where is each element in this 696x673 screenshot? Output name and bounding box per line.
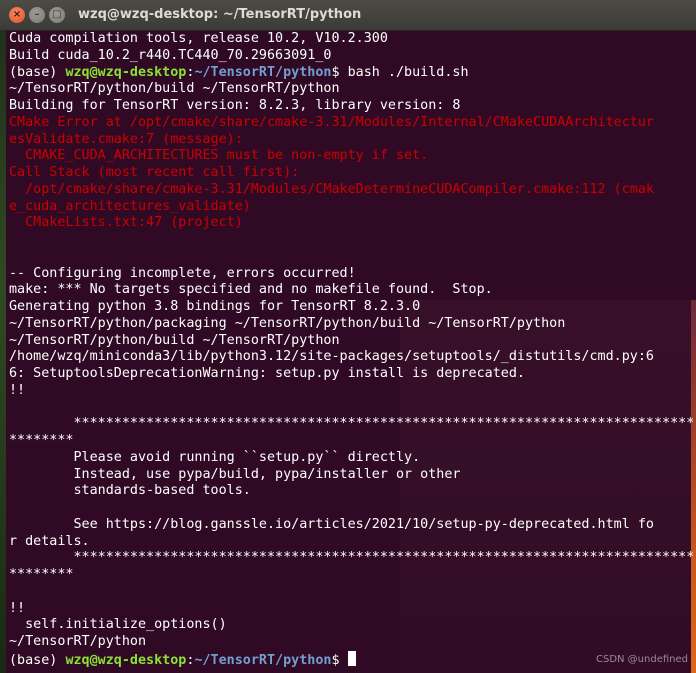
maximize-icon[interactable]: □ [49, 7, 65, 23]
current-path: ~/TensorRT/python [194, 652, 332, 668]
title-bar[interactable]: × – □ wzq@wzq-desktop: ~/TensorRT/python [0, 0, 696, 31]
output-line: ****************************************… [9, 550, 693, 566]
output-line: standards-based tools. [9, 483, 251, 499]
command-text: bash ./build.sh [347, 64, 469, 80]
window-title: wzq@wzq-desktop: ~/TensorRT/python [78, 7, 362, 22]
output-line: See https://blog.ganssle.io/articles/202… [9, 516, 654, 532]
output-line: ******** [9, 433, 74, 448]
output-line: ~/TensorRT/python/build ~/TensorRT/pytho… [9, 332, 340, 348]
output-line: self.initialize_options() [9, 617, 227, 633]
prompt-symbol: $ [331, 652, 348, 668]
text-cursor[interactable] [347, 650, 356, 666]
prompt-line: (base) wzq@wzq-desktop:~/TensorRT/python… [9, 65, 693, 82]
output-line: !! [9, 600, 26, 616]
output-line: Cuda compilation tools, release 10.2, V1… [9, 31, 388, 46]
user-host: wzq@wzq-desktop [65, 64, 187, 80]
output-line: ******** [9, 567, 74, 582]
output-line: ~/TensorRT/python/build ~/TensorRT/pytho… [9, 81, 340, 97]
watermark: CSDN @undefined [595, 654, 688, 665]
output-line: /home/wzq/miniconda3/lib/python3.12/site… [9, 349, 654, 365]
error-line: CMAKE_CUDA_ARCHITECTURES must be non-emp… [9, 148, 429, 164]
error-line: /opt/cmake/share/cmake-3.31/Modules/CMak… [9, 181, 654, 197]
output-line: Build cuda_10.2_r440.TC440_70.29663091_0 [9, 47, 332, 63]
output-line: Instead, use pypa/build, pypa/installer … [9, 466, 461, 482]
output-line: Generating python 3.8 bindings for Tenso… [9, 299, 421, 314]
output-line: 6: SetuptoolsDeprecationWarning: setup.p… [9, 366, 525, 381]
output-line: Please avoid running ``setup.py`` direct… [9, 449, 421, 465]
output-line: !! [9, 382, 26, 398]
error-line: Call Stack (most recent call first): [9, 165, 300, 180]
error-line: CMakeLists.txt:47 (project) [9, 215, 243, 231]
output-line: -- Configuring incomplete, errors occurr… [9, 265, 356, 281]
user-host: wzq@wzq-desktop [65, 652, 187, 668]
error-line: e_cuda_architectures_validate) [9, 198, 251, 214]
prompt-symbol: $ [331, 64, 348, 80]
prompt-line[interactable]: (base) wzq@wzq-desktop:~/TensorRT/python… [9, 650, 693, 668]
terminal-output[interactable]: Cuda compilation tools, release 10.2, V1… [9, 31, 693, 668]
close-icon[interactable]: × [9, 7, 25, 23]
conda-env: (base) [9, 652, 66, 668]
output-line: Building for TensorRT version: 8.2.3, li… [9, 98, 461, 113]
output-line: ****************************************… [9, 416, 693, 432]
output-line: ~/TensorRT/python [9, 634, 147, 649]
minimize-icon[interactable]: – [29, 7, 45, 23]
output-line: r details. [9, 533, 90, 549]
error-line: CMake Error at /opt/cmake/share/cmake-3.… [9, 114, 654, 130]
output-line: make: *** No targets specified and no ma… [9, 282, 493, 298]
error-line: esValidate.cmake:7 (message): [9, 131, 243, 147]
output-line: ~/TensorRT/python/packaging ~/TensorRT/p… [9, 315, 566, 331]
current-path: ~/TensorRT/python [194, 64, 332, 80]
conda-env: (base) [9, 64, 66, 80]
terminal-window[interactable]: × – □ wzq@wzq-desktop: ~/TensorRT/python… [0, 0, 696, 673]
desktop-wallpaper-edge [0, 30, 6, 673]
